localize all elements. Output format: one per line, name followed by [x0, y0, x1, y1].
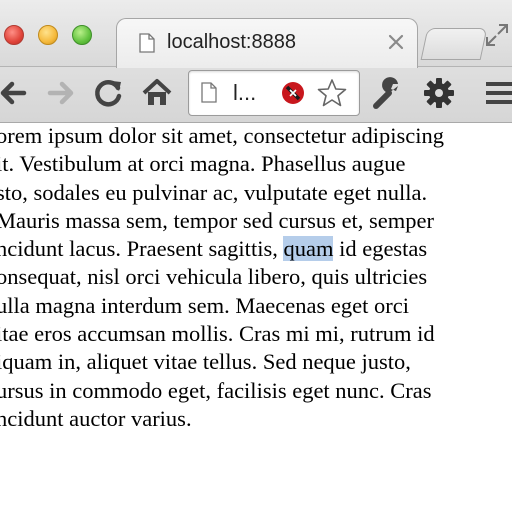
text-span: Mauris massa sem, tempor sed cursus et, … [0, 207, 435, 233]
text-line: onsequat, nisl orci vehicula libero, qui… [0, 263, 512, 291]
selected-text[interactable]: quam [283, 236, 334, 262]
text-span: orem ipsum dolor sit amet, consectetur a… [0, 123, 445, 148]
close-window-button[interactable] [4, 25, 24, 45]
reload-icon[interactable] [92, 76, 126, 110]
wrench-icon[interactable] [370, 76, 404, 110]
star-icon[interactable] [317, 78, 347, 108]
home-icon[interactable] [140, 76, 174, 110]
text-span: it. Vestibulum at orci magna. Phasellus … [0, 151, 406, 177]
text-line: ursus in commodo eget, facilisis eget nu… [0, 377, 512, 405]
text-span: ncidunt lacus. Praesent sagittis, [0, 236, 284, 262]
text-line: itae eros accumsan mollis. Cras mi mi, r… [0, 320, 512, 348]
text-span: ulla magna interdum sem. Maecenas eget o… [0, 292, 409, 318]
fullscreen-icon[interactable] [484, 22, 510, 48]
close-icon[interactable] [387, 33, 405, 51]
address-bar[interactable]: l... [188, 70, 360, 116]
url-text[interactable]: l... [233, 80, 256, 106]
text-line: iquam in, aliquet vitae tellus. Sed nequ… [0, 348, 512, 376]
text-span: onsequat, nisl orci vehicula libero, qui… [0, 264, 428, 290]
gear-icon[interactable] [422, 76, 456, 110]
text-line: Mauris massa sem, tempor sed cursus et, … [0, 207, 512, 235]
blocked-content-icon[interactable] [281, 81, 305, 105]
browser-chrome: localhost:8888 l... [0, 0, 512, 123]
forward-arrow-icon[interactable] [44, 76, 78, 110]
text-line: ncidunt auctor varius. [0, 405, 512, 433]
text-line: ncidunt lacus. Praesent sagittis, quam i… [0, 235, 512, 263]
page-content: orem ipsum dolor sit amet, consectetur a… [0, 122, 512, 433]
menu-icon[interactable] [482, 76, 512, 110]
page-icon [201, 82, 217, 103]
text-span: ursus in commodo eget, facilisis eget nu… [0, 377, 432, 403]
text-line: orem ipsum dolor sit amet, consectetur a… [0, 122, 512, 150]
new-tab-button[interactable] [420, 28, 488, 60]
text-span: sto, sodales eu pulvinar ac, vulputate e… [0, 179, 428, 205]
text-span: ncidunt auctor varius. [0, 405, 192, 431]
page-icon [139, 33, 155, 53]
text-span: id egestas [333, 236, 428, 262]
minimize-window-button[interactable] [38, 25, 58, 45]
text-line: sto, sodales eu pulvinar ac, vulputate e… [0, 179, 512, 207]
text-line: it. Vestibulum at orci magna. Phasellus … [0, 150, 512, 178]
zoom-window-button[interactable] [72, 25, 92, 45]
tab-title: localhost:8888 [167, 31, 296, 53]
text-span: iquam in, aliquet vitae tellus. Sed nequ… [0, 349, 411, 375]
back-arrow-icon[interactable] [0, 76, 30, 110]
title-bar: localhost:8888 [0, 0, 512, 68]
browser-tab[interactable]: localhost:8888 [116, 18, 418, 68]
text-span: itae eros accumsan mollis. Cras mi mi, r… [0, 321, 435, 347]
text-line: ulla magna interdum sem. Maecenas eget o… [0, 292, 512, 320]
